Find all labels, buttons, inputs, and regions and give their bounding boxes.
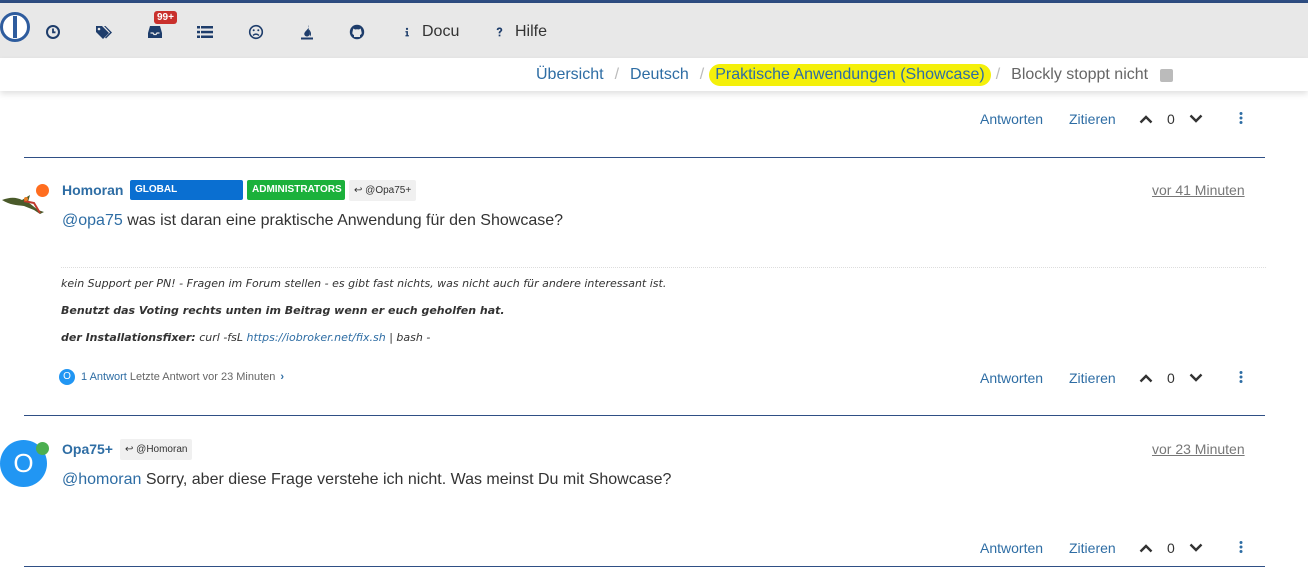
group-badge-admins[interactable]: ADMINISTRATORS — [247, 180, 345, 200]
signature-line: Benutzt das Voting rechts unten im Beitr… — [61, 304, 505, 317]
quote-button[interactable]: Zitieren — [1069, 540, 1116, 556]
post-menu-icon[interactable] — [1239, 540, 1243, 556]
reply-arrow-icon: ↩ — [354, 185, 363, 196]
nav-github[interactable] — [349, 20, 365, 44]
breadcrumb-deutsch[interactable]: Deutsch — [630, 66, 689, 84]
signature-bold-text: der Installationsfixer: — [61, 331, 196, 344]
downvote-icon[interactable] — [1189, 370, 1203, 386]
signature-command: curl -fsL — [199, 331, 244, 344]
post-menu-icon[interactable] — [1239, 370, 1243, 386]
nav-help[interactable]: Hilfe — [494, 20, 547, 44]
username[interactable]: Opa75+ — [62, 441, 113, 457]
post-actions: Antworten Zitieren 0 — [980, 109, 1260, 129]
chevron-right-icon: › — [280, 371, 285, 383]
info-icon — [405, 27, 409, 37]
unread-count-badge: 99+ — [154, 11, 177, 24]
breadcrumb-separator: / — [614, 66, 620, 83]
post-text: was ist daran eine praktische Anwendung … — [127, 212, 564, 229]
status-indicator — [36, 184, 49, 197]
reply-button[interactable]: Antworten — [980, 370, 1043, 386]
username[interactable]: Homoran — [62, 182, 123, 198]
post-actions: Antworten Zitieren 0 — [980, 538, 1260, 558]
user-mention[interactable]: @homoran — [62, 471, 141, 488]
nav-categories[interactable] — [197, 20, 213, 44]
post-actions: Antworten Zitieren 0 — [980, 368, 1260, 388]
nav-help-label: Hilfe — [515, 23, 548, 40]
reply-to-tag[interactable]: ↩ @Opa75+ — [349, 180, 417, 201]
status-indicator — [36, 442, 49, 455]
post-text: Sorry, aber diese Frage verstehe ich nic… — [145, 471, 672, 488]
nav-docu-label: Docu — [422, 23, 460, 40]
downvote-icon[interactable] — [1189, 111, 1203, 127]
breadcrumb-current-topic: Blockly stoppt nicht — [1011, 66, 1149, 83]
post-divider — [24, 415, 1265, 416]
post-divider — [24, 566, 1265, 567]
nav-recent[interactable] — [45, 20, 61, 44]
upvote-icon[interactable] — [1139, 540, 1153, 556]
user-mention[interactable]: @opa75 — [62, 212, 123, 229]
quote-button[interactable]: Zitieren — [1069, 370, 1116, 386]
quote-button[interactable]: Zitieren — [1069, 111, 1116, 127]
downvote-icon[interactable] — [1189, 540, 1203, 556]
breadcrumb-separator: / — [699, 66, 705, 83]
breadcrumb-bar: Übersicht / Deutsch / Praktische Anwendu… — [0, 58, 1308, 91]
replies-count[interactable]: 1 Antwort — [81, 371, 127, 383]
post-timestamp[interactable]: vor 41 Minuten — [1152, 182, 1245, 198]
signature-separator — [61, 267, 1266, 268]
nav-unsolved[interactable] — [248, 20, 264, 44]
breadcrumb-showcase-label: Praktische Anwendungen (Showcase) — [715, 66, 985, 83]
reply-to-tag[interactable]: ↩ @Homoran — [120, 439, 193, 460]
signature-line: kein Support per PN! - Fragen im Forum s… — [61, 277, 667, 290]
tags-icon — [96, 26, 112, 39]
github-icon — [349, 24, 365, 40]
reply-to-label: @Opa75+ — [365, 185, 412, 196]
rss-icon[interactable] — [1160, 68, 1174, 82]
signature-command-tail: | bash - — [389, 331, 431, 344]
breadcrumb: Übersicht / Deutsch / Praktische Anwendu… — [536, 64, 1174, 86]
nav-docu[interactable]: Docu — [402, 20, 459, 44]
reply-button[interactable]: Antworten — [980, 111, 1043, 127]
vote-count: 0 — [1167, 540, 1175, 556]
question-icon — [496, 27, 503, 37]
fix-script-link[interactable]: https://iobroker.net/fix.sh — [247, 331, 386, 344]
post-menu-icon[interactable] — [1239, 111, 1243, 127]
nav-tags[interactable] — [95, 20, 113, 44]
clock-icon — [46, 25, 60, 39]
nav-unread[interactable]: 99+ — [147, 11, 177, 44]
upvote-icon[interactable] — [1139, 111, 1153, 127]
breadcrumb-showcase[interactable]: Praktische Anwendungen (Showcase) — [709, 64, 991, 86]
frown-icon — [248, 24, 264, 40]
upvote-icon[interactable] — [1139, 370, 1153, 386]
post-content: @homoran Sorry, aber diese Frage versteh… — [62, 471, 671, 489]
reply-avatar: O — [59, 369, 75, 385]
signature-bold-text: Benutzt das Voting rechts unten im Beitr… — [61, 304, 505, 317]
post-content: @opa75 was ist daran eine praktische Anw… — [62, 212, 563, 230]
iobroker-logo[interactable] — [0, 12, 30, 42]
avatar-letter: O — [13, 448, 34, 478]
nav-popular[interactable] — [299, 20, 315, 44]
last-reply-info: Letzte Antwort vor 23 Minuten — [129, 371, 276, 383]
signature-line: der Installationsfixer: curl -fsL https:… — [61, 331, 430, 344]
top-navbar: 99+ Docu Hilfe — [0, 3, 1308, 58]
vote-count: 0 — [1167, 370, 1175, 386]
inbox-icon — [148, 26, 162, 38]
post-timestamp[interactable]: vor 23 Minuten — [1152, 441, 1245, 457]
reply-to-label: @Homoran — [136, 444, 188, 455]
list-icon — [197, 26, 213, 38]
fire-icon — [301, 25, 313, 40]
reply-arrow-icon: ↩ — [125, 444, 134, 455]
vote-count: 0 — [1167, 111, 1175, 127]
breadcrumb-overview[interactable]: Übersicht — [536, 66, 604, 84]
breadcrumb-separator: / — [995, 66, 1001, 83]
replies-summary[interactable]: O 1 Antwort Letzte Antwort vor 23 Minute… — [59, 368, 284, 386]
reply-button[interactable]: Antworten — [980, 540, 1043, 556]
post-divider — [24, 157, 1265, 158]
group-badge-moderator[interactable]: GLOBAL MODERATOR — [130, 180, 243, 215]
